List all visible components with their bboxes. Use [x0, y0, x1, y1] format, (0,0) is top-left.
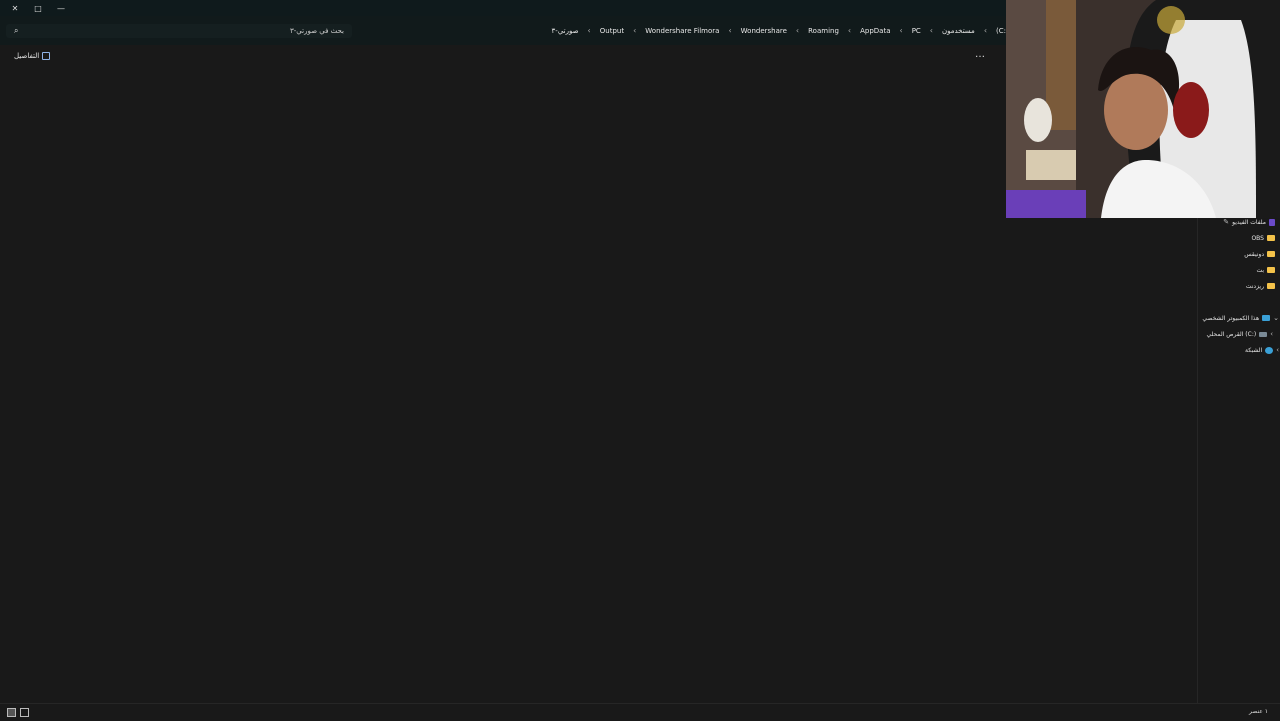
chevron-left-icon[interactable]: ‹ — [633, 26, 636, 35]
folder-icon — [1267, 235, 1275, 241]
breadcrumb-item[interactable]: AppData — [860, 27, 890, 35]
nav-item-network[interactable]: ‹ الشبكة — [1245, 343, 1279, 357]
webcam-overlay — [1006, 0, 1280, 218]
item-count: ١ عنصر — [1248, 708, 1268, 715]
breadcrumb-item[interactable]: مستخدمون — [942, 27, 975, 35]
chevron-left-icon[interactable]: ‹ — [984, 26, 987, 35]
nav-item-label: ملفات الفيديو — [1232, 218, 1266, 226]
breadcrumb-item[interactable]: صورتي-٣ — [552, 27, 579, 35]
more-options-icon[interactable]: … — [975, 49, 985, 60]
nav-item-folder[interactable]: ريزدنت — [1246, 279, 1275, 293]
breadcrumb-item[interactable]: Output — [600, 27, 624, 35]
network-icon — [1265, 346, 1274, 354]
folder-icon — [1267, 283, 1275, 289]
pc-icon — [1262, 315, 1271, 321]
breadcrumb-item[interactable]: Wondershare Filmora — [645, 27, 719, 35]
folder-icon — [1267, 251, 1275, 257]
nav-item-label: OBS — [1251, 234, 1264, 242]
status-bar: ١ عنصر — [0, 703, 1280, 721]
minimize-icon[interactable]: — — [50, 0, 72, 16]
nav-item-this-pc[interactable]: ⌄ هذا الكمبيوتر الشخصي — [1202, 311, 1279, 325]
drive-icon — [1259, 331, 1268, 337]
details-label: التفاصيل — [14, 52, 40, 60]
chevron-left-icon[interactable]: ‹ — [899, 26, 902, 35]
chevron-down-icon[interactable]: ⌄ — [1273, 314, 1279, 322]
pin-icon: ✎ — [1223, 218, 1230, 226]
search-icon: ⌕ — [14, 26, 19, 35]
nav-item-local-disk[interactable]: ‹ القرص المحلي (C:) — [1207, 327, 1273, 341]
breadcrumb-item[interactable]: PC — [912, 27, 921, 35]
nav-item-label: دونيقس — [1244, 250, 1264, 258]
nav-item-label: القرص المحلي (C:) — [1206, 330, 1257, 338]
nav-item-label: بت — [1256, 266, 1264, 274]
nav-item-folder[interactable]: بت — [1256, 263, 1275, 277]
nav-item-folder[interactable]: دونيقس — [1244, 247, 1275, 261]
details-button[interactable]: التفاصيل — [14, 52, 51, 60]
breadcrumb-item[interactable]: (C: — [996, 27, 1006, 35]
chevron-left-icon[interactable]: ‹ — [1276, 346, 1279, 354]
video-icon — [1269, 218, 1275, 226]
nav-item-label: الشبكة — [1244, 346, 1263, 354]
tiles-view-icon[interactable] — [20, 708, 29, 717]
close-icon[interactable]: ✕ — [4, 0, 26, 16]
breadcrumb-item[interactable]: Wondershare — [741, 27, 787, 35]
search-placeholder: بحث في صورتي-٣ — [290, 27, 344, 35]
search-input[interactable]: ⌕ بحث في صورتي-٣ — [6, 24, 352, 38]
folder-icon — [1267, 267, 1275, 273]
chevron-left-icon[interactable]: ‹ — [588, 26, 591, 35]
chevron-left-icon[interactable]: ‹ — [728, 26, 731, 35]
details-view-icon[interactable] — [7, 708, 16, 717]
nav-item-label: ريزدنت — [1245, 282, 1264, 290]
breadcrumb: (C: ‹ مستخدمون ‹ PC ‹ AppData ‹ Roaming … — [552, 26, 1006, 35]
nav-item-obs[interactable]: OBS — [1251, 231, 1275, 245]
nav-item-label: هذا الكمبيوتر الشخصي — [1202, 314, 1260, 322]
breadcrumb-item[interactable]: Roaming — [808, 27, 839, 35]
chevron-left-icon[interactable]: ‹ — [848, 26, 851, 35]
chevron-left-icon[interactable]: ‹ — [796, 26, 799, 35]
webcam-image — [1006, 0, 1280, 218]
maximize-icon[interactable]: □ — [27, 0, 49, 16]
chevron-left-icon[interactable]: ‹ — [1270, 330, 1273, 338]
chevron-left-icon[interactable]: ‹ — [930, 26, 933, 35]
details-pane-icon — [42, 52, 51, 60]
